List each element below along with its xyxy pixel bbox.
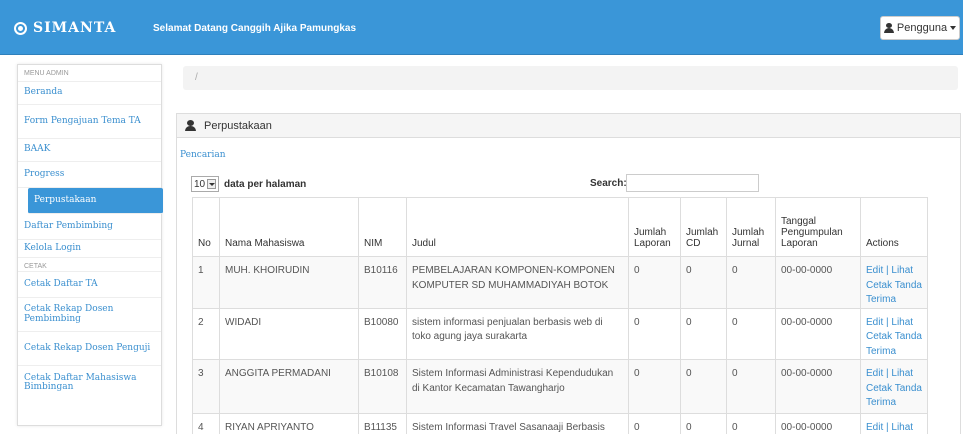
logo-icon — [14, 21, 27, 35]
user-icon — [883, 23, 894, 33]
page-size-select[interactable]: 10 — [191, 176, 219, 192]
cell-no: 1 — [192, 256, 220, 309]
sidebar-item-progress[interactable]: Progress — [18, 162, 161, 188]
chevron-down-icon — [950, 26, 957, 30]
sidebar-item-kelola-login[interactable]: Kelola Login — [18, 240, 161, 257]
cell-cd: 0 — [680, 307, 727, 360]
cell-no: 3 — [192, 359, 220, 414]
welcome-text: Selamat Datang Canggih Ajika Pamungkas — [153, 23, 357, 34]
cell-tanggal: 00-00-0000 — [775, 256, 861, 309]
sidebar-section-cetak: CETAK — [18, 257, 161, 272]
sidebar: MENU ADMIN Beranda Form Pengajuan Tema T… — [17, 64, 163, 426]
cell-laporan: 0 — [628, 256, 681, 309]
column-header[interactable]: Jumlah Laporan — [628, 197, 681, 257]
table-header-row: No Nama Mahasiswa NIM Judul Jumlah Lapor… — [192, 197, 928, 257]
page-size-value: 10 — [194, 178, 206, 190]
perpustakaan-panel: Perpustakaan Pencarian 10 data per halam… — [176, 113, 961, 434]
search-label: Search: — [590, 178, 627, 189]
cell-laporan: 0 — [628, 359, 681, 414]
panel-title: Perpustakaan — [204, 119, 272, 132]
column-header[interactable]: Actions — [860, 197, 928, 257]
cell-judul: Sistem Informasi Administrasi Kependuduk… — [406, 359, 629, 414]
page-size-label: data per halaman — [224, 178, 307, 190]
user-menu-label: Pengguna — [896, 22, 948, 34]
cell-tanggal: 00-00-0000 — [775, 307, 861, 360]
sidebar-item-beranda[interactable]: Beranda — [18, 82, 161, 105]
cell-no: 4 — [192, 413, 220, 434]
cell-judul: sistem informasi penjualan berbasis web … — [406, 307, 629, 360]
panel-heading: Perpustakaan — [177, 114, 960, 138]
row-actions-link[interactable]: Edit | Lihat Cetak Tanda Terima — [860, 256, 928, 309]
cell-laporan: 0 — [628, 307, 681, 360]
cell-jurnal: 0 — [726, 359, 776, 414]
table-row: 3 ANGGITA PERMADANI B10108 Sistem Inform… — [192, 359, 928, 414]
cell-jurnal: 0 — [726, 256, 776, 309]
column-header[interactable]: Jumlah Jurnal — [726, 197, 776, 257]
cell-cd: 0 — [680, 413, 727, 434]
cell-nama: MUH. KHOIRUDIN — [219, 256, 359, 309]
cell-cd: 0 — [680, 256, 727, 309]
column-header[interactable]: Tanggal Pengumpulan Laporan — [775, 197, 861, 257]
cell-nim: B10108 — [358, 359, 407, 414]
breadcrumb: / — [183, 66, 958, 90]
cell-tanggal: 00-00-0000 — [775, 359, 861, 414]
column-header[interactable]: No — [192, 197, 220, 257]
cell-judul: Sistem Informasi Travel Sasanaaji Berbas… — [406, 413, 629, 434]
top-navbar: SIMANTA Selamat Datang Canggih Ajika Pam… — [0, 0, 963, 55]
row-actions-link[interactable]: Edit | Lihat — [860, 413, 928, 434]
sidebar-item-cetak-rekap-pembimbing[interactable]: Cetak Rekap Dosen Pembimbing — [18, 298, 161, 332]
cell-jurnal: 0 — [726, 413, 776, 434]
column-header[interactable]: Nama Mahasiswa — [219, 197, 359, 257]
table-row: 2 WIDADI B10080 sistem informasi penjual… — [192, 307, 928, 360]
column-header[interactable]: NIM — [358, 197, 407, 257]
row-actions-link[interactable]: Edit | Lihat Cetak Tanda Terima — [860, 359, 928, 414]
sidebar-item-daftar-pembimbing[interactable]: Daftar Pembimbing — [18, 214, 161, 240]
cell-nim: B11135 — [358, 413, 407, 434]
dropdown-arrow-icon — [207, 179, 216, 189]
column-header[interactable]: Jumlah CD — [680, 197, 727, 257]
cell-no: 2 — [192, 307, 220, 360]
cell-nama: ANGGITA PERMADANI — [219, 359, 359, 414]
cell-nim: B10116 — [358, 256, 407, 309]
perpustakaan-table: No Nama Mahasiswa NIM Judul Jumlah Lapor… — [192, 197, 928, 434]
row-actions-link[interactable]: Edit | Lihat Cetak Tanda Terima — [860, 307, 928, 360]
cell-tanggal: 00-00-0000 — [775, 413, 861, 434]
cell-judul: PEMBELAJARAN KOMPONEN-KOMPONEN KOMPUTER … — [406, 256, 629, 309]
page-size-control: 10 data per halaman — [191, 176, 306, 192]
cell-nim: B10080 — [358, 307, 407, 360]
search-link[interactable]: Pencarian — [180, 150, 226, 160]
cell-nama: RIYAN APRIYANTO — [219, 413, 359, 434]
cell-laporan: 0 — [628, 413, 681, 434]
user-icon — [185, 120, 196, 131]
cell-cd: 0 — [680, 359, 727, 414]
sidebar-item-baak[interactable]: BAAK — [18, 139, 161, 162]
search-input[interactable] — [626, 174, 759, 192]
brand-name: SIMANTA — [33, 20, 117, 36]
table-row: 4 RIYAN APRIYANTO B11135 Sistem Informas… — [192, 413, 928, 434]
sidebar-item-form-pengajuan[interactable]: Form Pengajuan Tema TA — [18, 105, 161, 139]
sidebar-item-cetak-daftar-ta[interactable]: Cetak Daftar TA — [18, 272, 161, 298]
sidebar-item-cetak-mahasiswa-bimbingan[interactable]: Cetak Daftar Mahasiswa Bimbingan — [18, 366, 161, 400]
cell-jurnal: 0 — [726, 307, 776, 360]
sidebar-item-cetak-rekap-penguji[interactable]: Cetak Rekap Dosen Penguji — [18, 332, 161, 366]
brand[interactable]: SIMANTA — [14, 20, 116, 36]
table-row: 1 MUH. KHOIRUDIN B10116 PEMBELAJARAN KOM… — [192, 256, 928, 309]
sidebar-section-admin: MENU ADMIN — [18, 65, 161, 82]
cell-nama: WIDADI — [219, 307, 359, 360]
user-menu-button[interactable]: Pengguna — [880, 16, 960, 40]
sidebar-item-perpustakaan[interactable]: Perpustakaan — [28, 188, 163, 214]
column-header[interactable]: Judul — [406, 197, 629, 257]
